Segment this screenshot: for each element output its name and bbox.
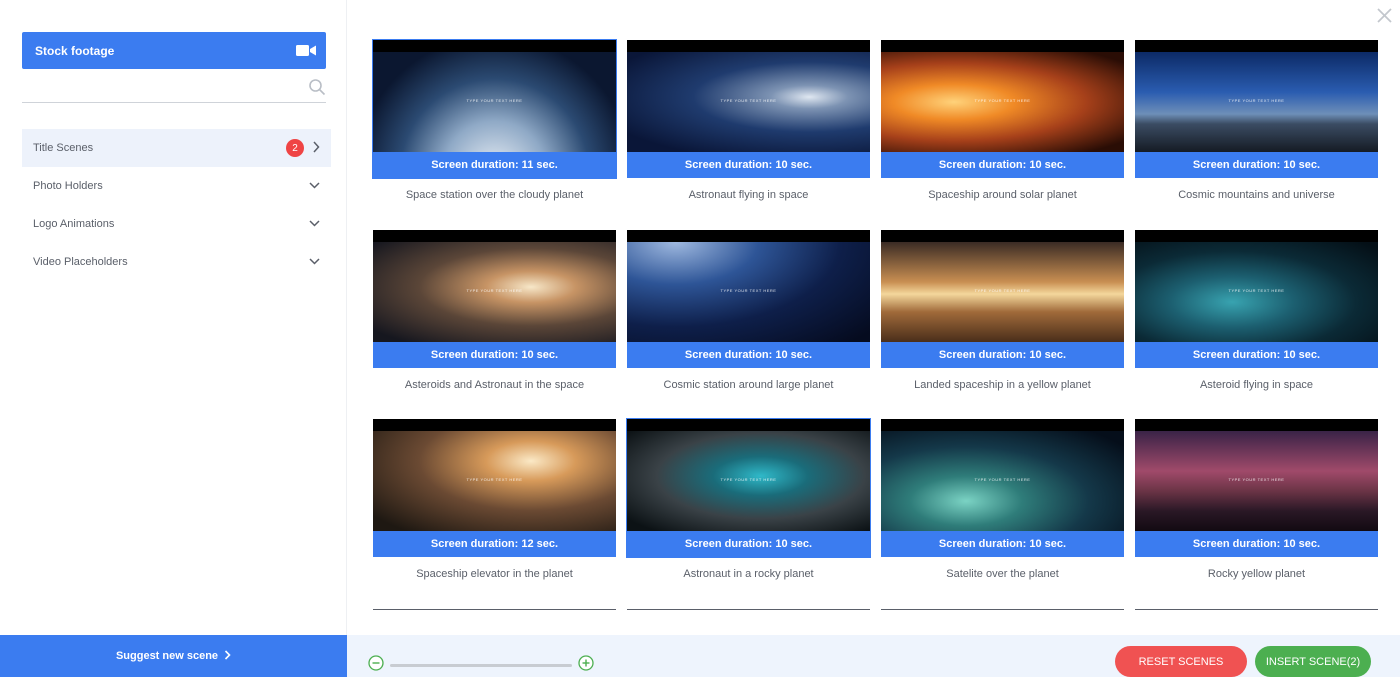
insert-scene-button[interactable]: INSERT SCENE(2) (1255, 646, 1371, 677)
category-label: Logo Animations (33, 218, 115, 230)
scene-thumbnail[interactable]: TYPE YOUR TEXT HERE Screen duration: 10 s… (881, 419, 1124, 557)
scene-thumbnail[interactable]: TYPE YOUR TEXT HERE Screen duration: 10 s… (626, 418, 871, 558)
category-label: Title Scenes (33, 142, 94, 154)
scene-card[interactable]: TYPE YOUR TEXT HERE Screen duration: 10 s… (373, 230, 616, 391)
category-controls: 2 (286, 139, 320, 157)
scene-caption: Rocky yellow planet (1207, 568, 1306, 580)
scene-thumbnail[interactable]: TYPE YOUR TEXT HERE Screen duration: 10 s… (881, 40, 1124, 178)
scene-caption: Cosmic mountains and universe (1178, 189, 1335, 201)
scene-overlay-text: TYPE YOUR TEXT HERE (466, 477, 523, 482)
scene-overlay-text: TYPE YOUR TEXT HERE (974, 98, 1031, 103)
scene-overlay-text: TYPE YOUR TEXT HERE (720, 98, 777, 103)
chevron-right-icon (224, 649, 231, 663)
scene-card[interactable]: TYPE YOUR TEXT HERE Screen duration: 10 s… (881, 419, 1124, 580)
count-badge: 2 (286, 139, 304, 157)
zoom-out-icon[interactable] (368, 655, 384, 676)
scene-duration: Screen duration: 10 sec. (881, 342, 1124, 368)
category-photo-holders[interactable]: Photo Holders (22, 167, 331, 205)
scene-card[interactable]: TYPE YOUR TEXT HERE Screen duration: 10 s… (881, 230, 1124, 391)
scene-overlay-text: TYPE YOUR TEXT HERE (974, 477, 1031, 482)
scene-thumbnail[interactable]: TYPE YOUR TEXT HERE Screen duration: 12 s… (373, 419, 616, 557)
scene-card[interactable]: TYPE YOUR TEXT HERE Screen duration: 10 s… (627, 230, 870, 391)
scene-thumbnail[interactable]: TYPE YOUR TEXT HERE Screen duration: 10 s… (373, 230, 616, 368)
scene-duration: Screen duration: 10 sec. (627, 152, 870, 178)
scene-duration: Screen duration: 10 sec. (373, 342, 616, 368)
category-list: Title Scenes 2 Photo Holders Logo Animat… (22, 129, 331, 281)
scene-thumbnail[interactable]: TYPE YOUR TEXT HERE Screen duration: 10 s… (881, 230, 1124, 368)
scene-duration: Screen duration: 10 sec. (881, 152, 1124, 178)
zoom-slider[interactable] (390, 664, 572, 667)
suggest-label: Suggest new scene (115, 650, 219, 662)
search-icon[interactable] (308, 78, 326, 101)
scene-duration: Screen duration: 10 sec. (1135, 531, 1378, 557)
scene-card[interactable]: TYPE YOUR TEXT HERE Screen duration: 10 s… (1135, 419, 1378, 580)
row-divider (881, 609, 1124, 610)
close-icon[interactable] (1377, 8, 1392, 28)
footer-bar: Suggest new scene RESET SCENES INSERT SC… (0, 635, 1400, 677)
search-input[interactable] (22, 74, 292, 102)
scene-caption: Spaceship around solar planet (928, 189, 1077, 201)
chevron-down-icon (309, 256, 320, 268)
scene-overlay-text: TYPE YOUR TEXT HERE (1228, 288, 1285, 293)
scene-card[interactable]: TYPE YOUR TEXT HERE Screen duration: 10 s… (1135, 40, 1378, 201)
row-divider (373, 609, 616, 610)
row-divider (1135, 609, 1378, 610)
chevron-right-icon (312, 140, 320, 156)
category-label: Photo Holders (33, 180, 103, 192)
row-divider (627, 609, 870, 610)
scene-caption: Astronaut in a rocky planet (683, 568, 814, 580)
scene-card[interactable]: TYPE YOUR TEXT HERE Screen duration: 12 s… (373, 419, 616, 580)
scene-caption: Spaceship elevator in the planet (416, 568, 573, 580)
scene-caption: Satelite over the planet (946, 568, 1059, 580)
suggest-new-scene-button[interactable]: Suggest new scene (0, 635, 347, 677)
category-title-scenes[interactable]: Title Scenes 2 (22, 129, 331, 167)
scene-card[interactable]: TYPE YOUR TEXT HERE Screen duration: 11 s… (372, 39, 617, 201)
scene-duration: Screen duration: 10 sec. (881, 531, 1124, 557)
scene-thumbnail[interactable]: TYPE YOUR TEXT HERE Screen duration: 10 s… (627, 40, 870, 178)
scene-thumbnail[interactable]: TYPE YOUR TEXT HERE Screen duration: 10 s… (1135, 230, 1378, 368)
sidebar: Stock footage Title Scenes 2 Photo Holde… (0, 0, 347, 635)
scene-duration: Screen duration: 10 sec. (1135, 342, 1378, 368)
scene-duration: Screen duration: 12 sec. (373, 531, 616, 557)
scene-card[interactable]: TYPE YOUR TEXT HERE Screen duration: 10 s… (626, 418, 871, 580)
scene-caption: Space station over the cloudy planet (405, 189, 584, 201)
scene-thumbnail[interactable]: TYPE YOUR TEXT HERE Screen duration: 10 s… (1135, 40, 1378, 178)
scene-overlay-text: TYPE YOUR TEXT HERE (1228, 477, 1285, 482)
reset-scenes-button[interactable]: RESET SCENES (1115, 646, 1247, 677)
scene-overlay-text: TYPE YOUR TEXT HERE (720, 288, 777, 293)
scene-card[interactable]: TYPE YOUR TEXT HERE Screen duration: 10 s… (1135, 230, 1378, 391)
zoom-control (368, 655, 594, 676)
category-video-placeholders[interactable]: Video Placeholders (22, 243, 331, 281)
scene-picker-dialog: Stock footage Title Scenes 2 Photo Holde… (0, 0, 1400, 677)
search-box (22, 74, 326, 103)
scene-duration: Screen duration: 10 sec. (627, 342, 870, 368)
scene-card[interactable]: TYPE YOUR TEXT HERE Screen duration: 10 s… (627, 40, 870, 201)
scene-overlay-text: TYPE YOUR TEXT HERE (974, 288, 1031, 293)
scene-overlay-text: TYPE YOUR TEXT HERE (720, 477, 777, 482)
stock-footage-button[interactable]: Stock footage (22, 32, 326, 69)
scene-overlay-text: TYPE YOUR TEXT HERE (466, 288, 523, 293)
scene-duration: Screen duration: 10 sec. (1135, 152, 1378, 178)
zoom-in-icon[interactable] (578, 655, 594, 676)
scene-thumbnail[interactable]: TYPE YOUR TEXT HERE Screen duration: 10 s… (1135, 419, 1378, 557)
category-label: Video Placeholders (33, 256, 128, 268)
category-logo-animations[interactable]: Logo Animations (22, 205, 331, 243)
scene-thumbnail[interactable]: TYPE YOUR TEXT HERE Screen duration: 11 s… (372, 39, 617, 179)
scene-caption: Asteroid flying in space (1199, 379, 1314, 391)
scene-thumbnail[interactable]: TYPE YOUR TEXT HERE Screen duration: 10 s… (627, 230, 870, 368)
scene-overlay-text: TYPE YOUR TEXT HERE (466, 98, 523, 103)
scene-duration: Screen duration: 10 sec. (627, 531, 870, 557)
stock-footage-label: Stock footage (35, 43, 115, 58)
scene-caption: Asteroids and Astronaut in the space (404, 379, 585, 391)
scene-caption: Astronaut flying in space (688, 189, 809, 201)
scene-overlay-text: TYPE YOUR TEXT HERE (1228, 98, 1285, 103)
chevron-down-icon (309, 218, 320, 230)
scene-duration: Screen duration: 11 sec. (373, 152, 616, 178)
scene-card[interactable]: TYPE YOUR TEXT HERE Screen duration: 10 s… (881, 40, 1124, 201)
scene-caption: Cosmic station around large planet (663, 379, 834, 391)
chevron-down-icon (309, 180, 320, 192)
scene-caption: Landed spaceship in a yellow planet (914, 379, 1091, 391)
video-camera-icon (296, 44, 316, 57)
